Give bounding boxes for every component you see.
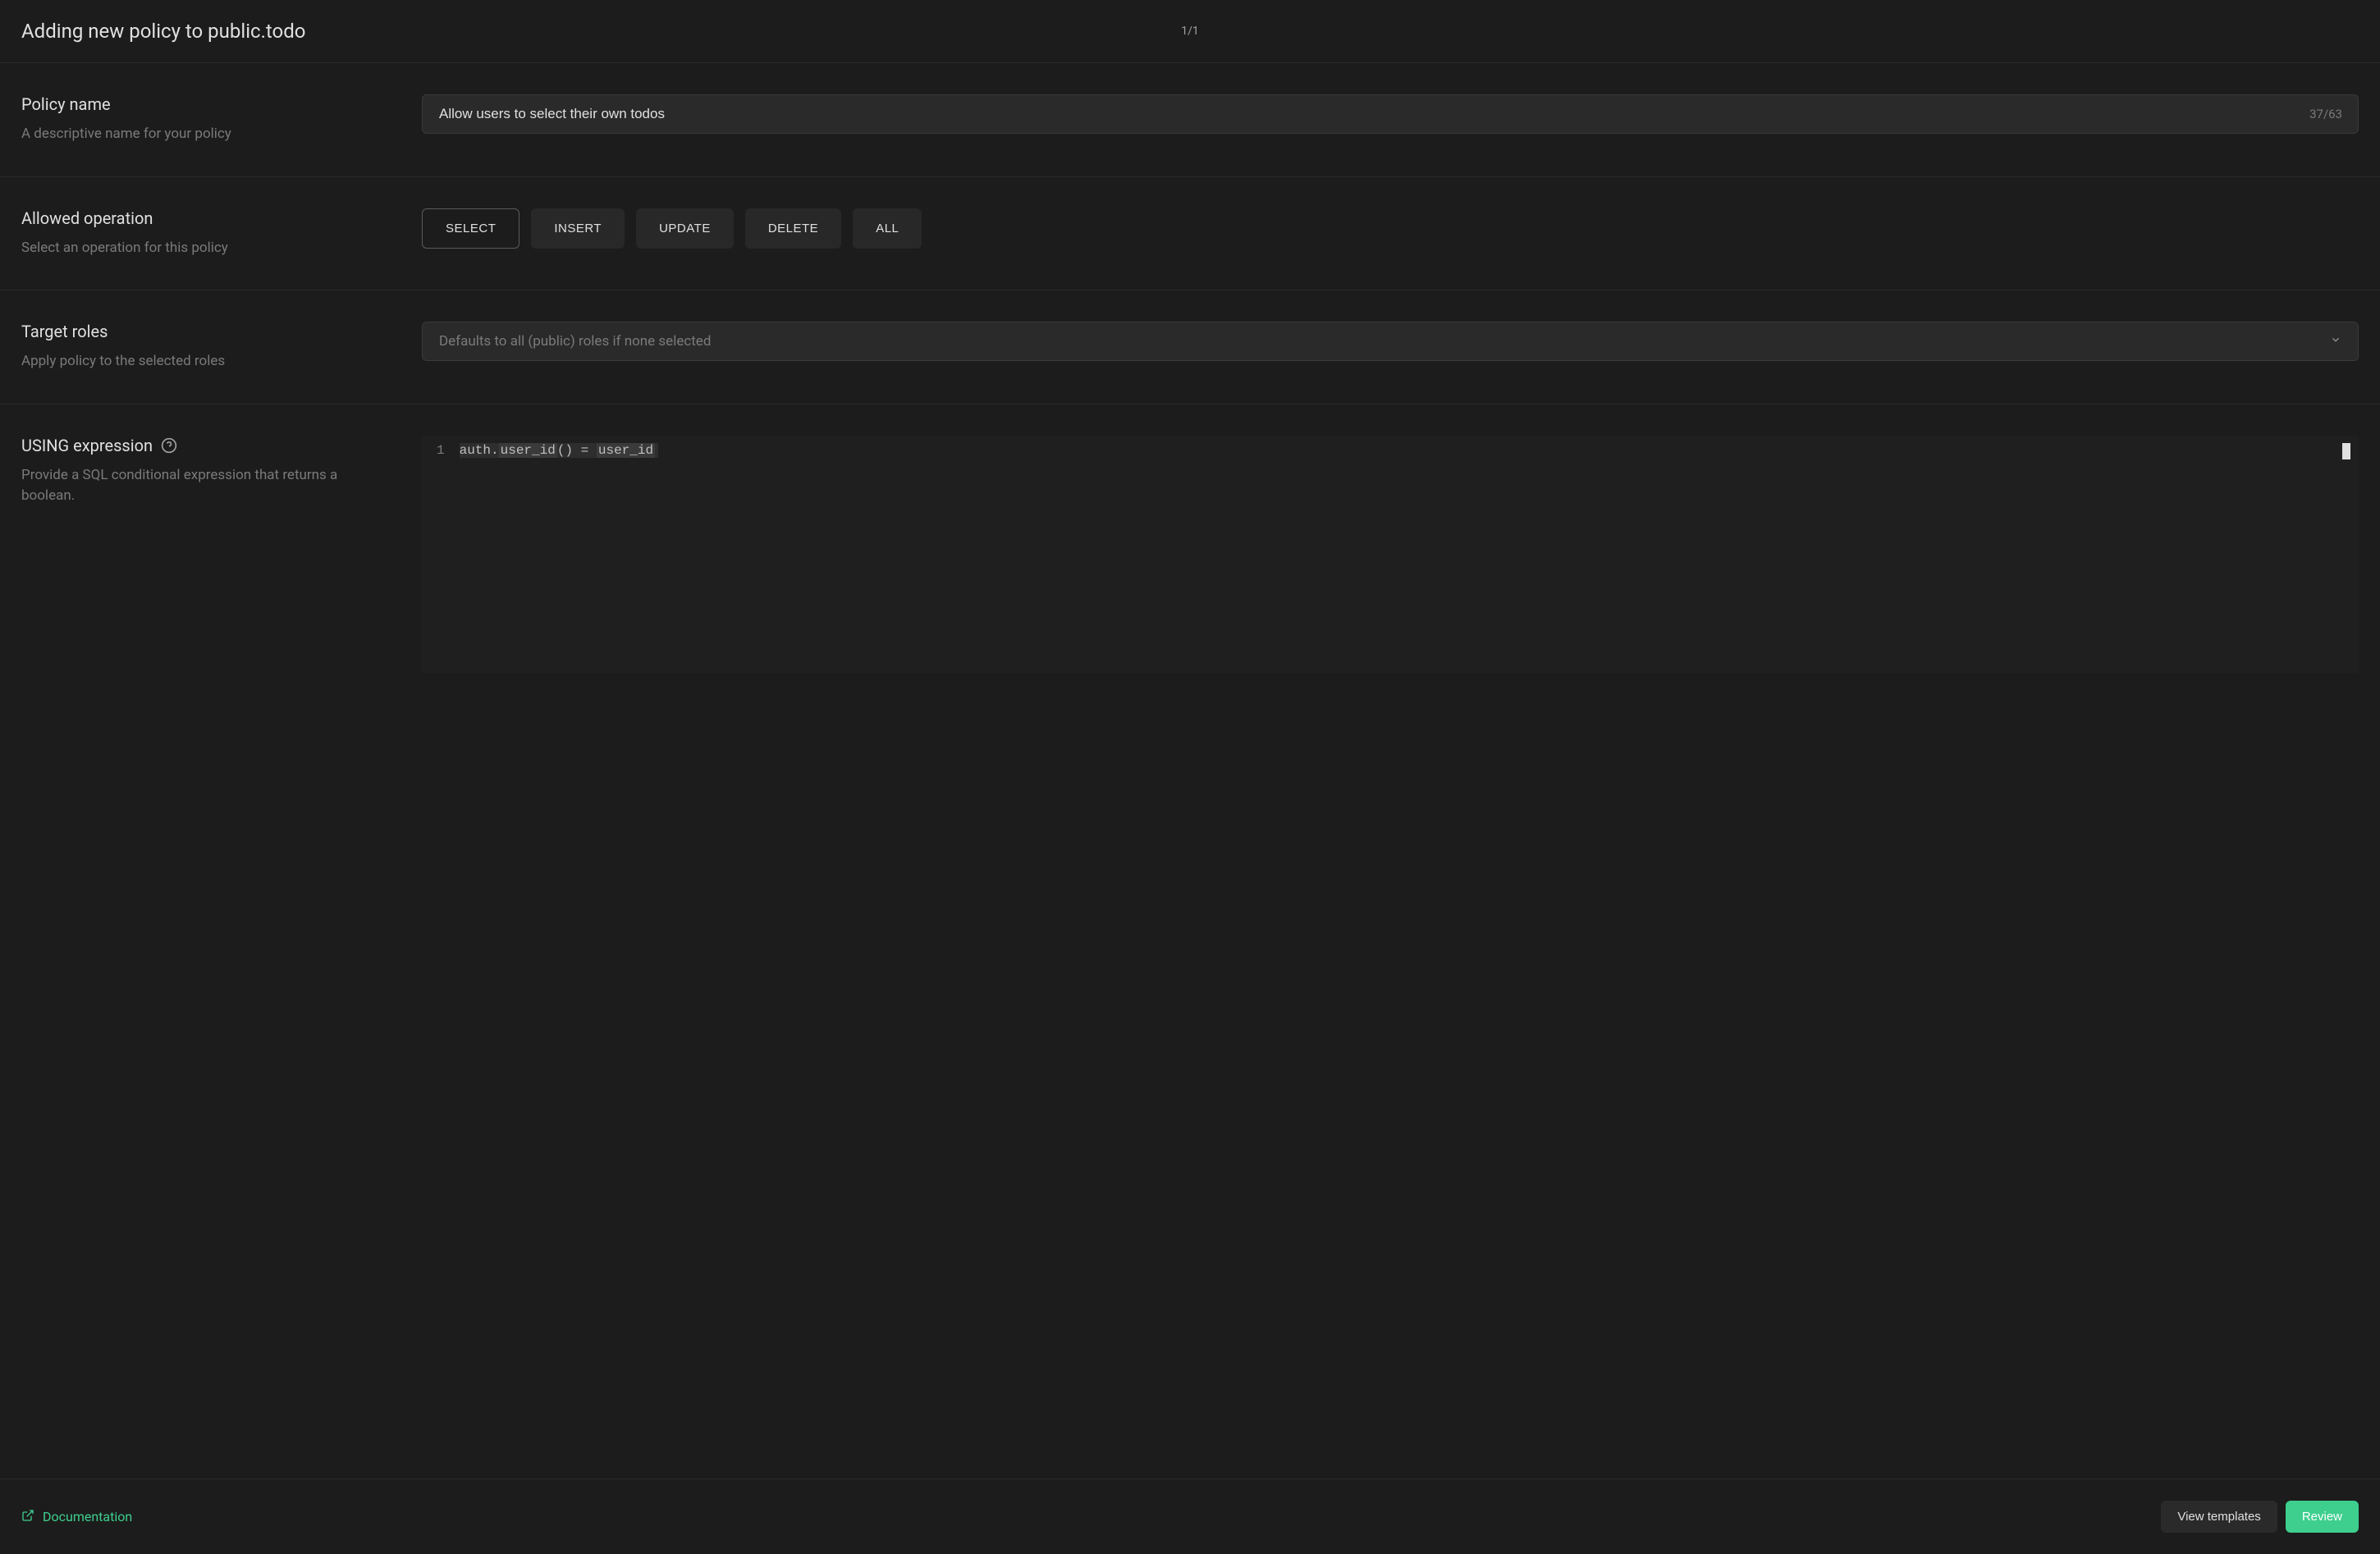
help-icon[interactable]	[161, 437, 177, 454]
using-expression-label: USING expression	[21, 436, 389, 455]
content-area: Policy name A descriptive name for your …	[0, 63, 2380, 1479]
policy-name-description: A descriptive name for your policy	[21, 124, 389, 145]
modal-footer: Documentation View templates Review	[0, 1479, 2380, 1554]
sql-expression-editor[interactable]: 1 auth.user_id() = user_id	[422, 436, 2359, 674]
operation-all-button[interactable]: ALL	[853, 208, 922, 249]
line-number-gutter: 1	[422, 436, 460, 674]
modal-header: Adding new policy to public.todo 1/1	[0, 0, 2380, 63]
allowed-operation-section: Allowed operation Select an operation fo…	[0, 177, 2380, 291]
documentation-link[interactable]: Documentation	[21, 1509, 132, 1525]
operation-update-button[interactable]: UPDATE	[636, 208, 734, 249]
policy-name-section: Policy name A descriptive name for your …	[0, 63, 2380, 177]
using-expression-description: Provide a SQL conditional expression tha…	[21, 465, 389, 507]
page-title: Adding new policy to public.todo	[21, 20, 305, 43]
operation-delete-button[interactable]: DELETE	[745, 208, 841, 249]
target-roles-select[interactable]: Defaults to all (public) roles if none s…	[422, 322, 2359, 361]
char-count-indicator: 37/63	[2309, 107, 2342, 121]
target-roles-label: Target roles	[21, 322, 389, 341]
operation-button-group: SELECT INSERT UPDATE DELETE ALL	[422, 208, 2359, 249]
editor-cursor	[2342, 443, 2350, 459]
footer-button-group: View templates Review	[2161, 1501, 2359, 1533]
code-content: auth.user_id() = user_id	[460, 436, 2359, 674]
documentation-link-label: Documentation	[43, 1509, 132, 1524]
policy-name-input[interactable]	[422, 94, 2359, 134]
external-link-icon	[21, 1509, 34, 1525]
target-roles-placeholder: Defaults to all (public) roles if none s…	[439, 333, 711, 350]
view-templates-button[interactable]: View templates	[2161, 1501, 2277, 1533]
target-roles-description: Apply policy to the selected roles	[21, 351, 389, 373]
pagination-indicator: 1/1	[1181, 25, 1199, 38]
policy-name-label: Policy name	[21, 94, 389, 114]
target-roles-section: Target roles Apply policy to the selecte…	[0, 290, 2380, 404]
allowed-operation-label: Allowed operation	[21, 208, 389, 228]
operation-insert-button[interactable]: INSERT	[531, 208, 625, 249]
operation-select-button[interactable]: SELECT	[422, 208, 519, 249]
chevron-down-icon	[2330, 333, 2341, 350]
review-button[interactable]: Review	[2286, 1501, 2359, 1533]
allowed-operation-description: Select an operation for this policy	[21, 238, 389, 259]
using-expression-section: USING expression Provide a SQL condition…	[0, 404, 2380, 1479]
